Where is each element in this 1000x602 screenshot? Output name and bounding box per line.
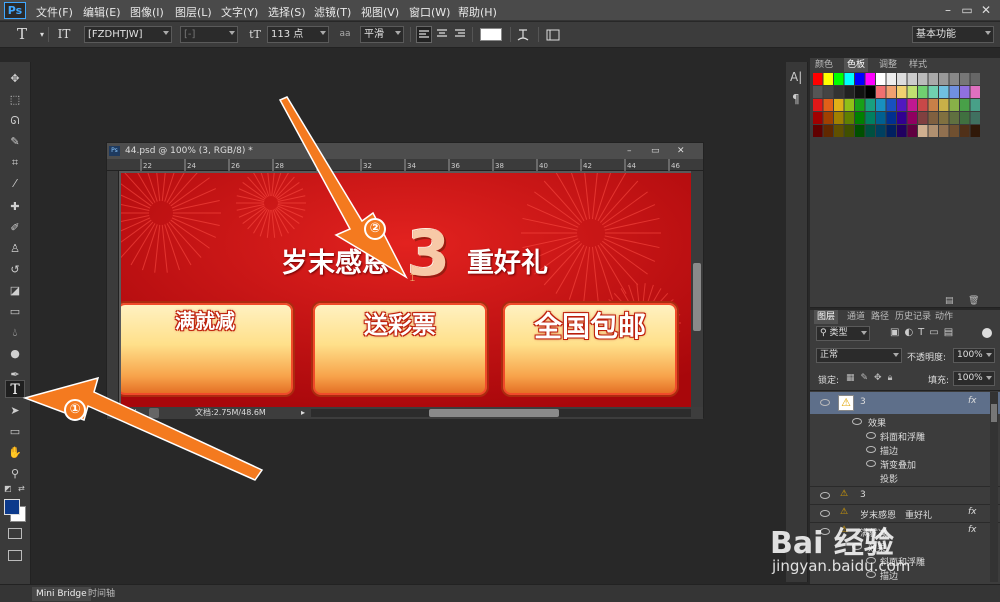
annotation-arrows bbox=[22, 96, 408, 481]
step-marker-1: ① bbox=[64, 399, 86, 421]
tab-timeline[interactable]: 时间轴 bbox=[84, 587, 119, 601]
bottom-panel-bar: Mini Bridge 时间轴 bbox=[0, 584, 1000, 602]
watermark-logo: Bai 经验 bbox=[770, 526, 894, 561]
arrow-1 bbox=[22, 376, 264, 481]
watermark-url: jingyan.baidu.com bbox=[772, 557, 911, 575]
tab-mini-bridge[interactable]: Mini Bridge bbox=[32, 587, 91, 601]
arrow-2 bbox=[278, 96, 408, 279]
photoshop-window: Ps 文件(F) 编辑(E) 图像(I) 图层(L) 文字(Y) 选择(S) 滤… bbox=[0, 0, 1000, 602]
step-marker-2: ② bbox=[364, 218, 386, 240]
